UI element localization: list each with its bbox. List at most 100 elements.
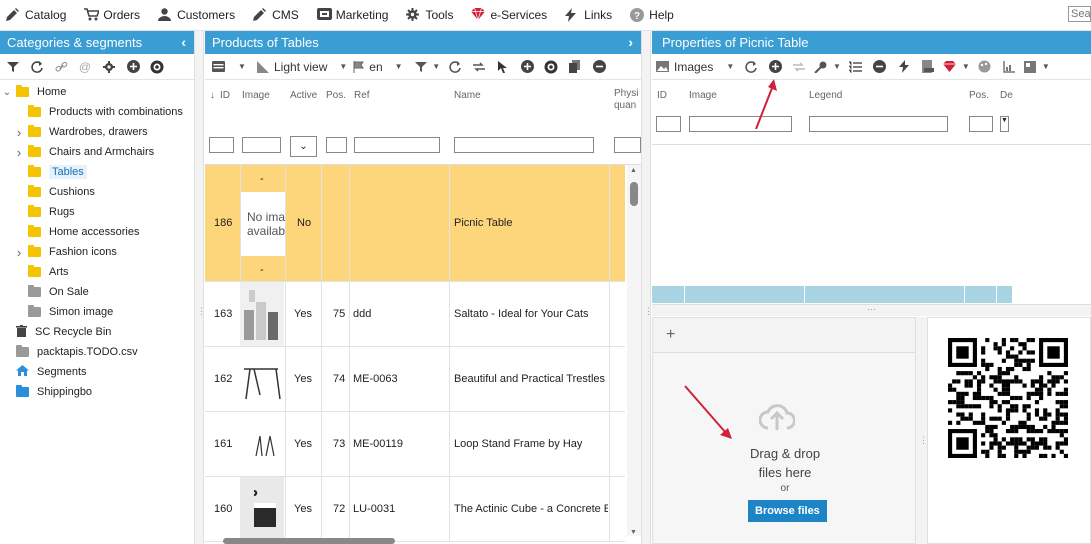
filter-name-input[interactable]	[454, 137, 594, 153]
search-input[interactable]	[1068, 6, 1091, 22]
filter-de-select[interactable]: ▼	[1000, 116, 1009, 132]
gear-icon[interactable]	[100, 57, 118, 77]
filter-active-select[interactable]: ⌄	[290, 136, 317, 157]
chevron-right-icon[interactable]: ›	[14, 145, 24, 160]
splitter-left[interactable]: ⋮	[194, 31, 206, 544]
tree-item[interactable]: › Fashion icons	[0, 242, 194, 262]
add-icon[interactable]	[124, 57, 142, 77]
column-id[interactable]: ID	[220, 90, 230, 101]
sort-desc-icon[interactable]: ↓	[210, 90, 215, 101]
filter-pos-input[interactable]	[969, 116, 993, 132]
sync-icon[interactable]	[470, 57, 488, 77]
gem-icon[interactable]: ▼	[942, 57, 970, 77]
column-pos[interactable]: Pos.	[326, 90, 346, 101]
tree-item[interactable]: Rugs	[0, 202, 194, 222]
remove-icon[interactable]	[590, 57, 608, 77]
layout-icon[interactable]: ▼	[1023, 57, 1050, 77]
link-icon[interactable]	[52, 57, 70, 77]
filter-id-input[interactable]	[656, 116, 681, 132]
chevron-down-icon[interactable]: ⌄	[2, 87, 12, 98]
menu-links[interactable]: Links	[565, 8, 612, 22]
column-de[interactable]: De	[1000, 90, 1013, 101]
copy-icon[interactable]	[566, 57, 584, 77]
help-wheel-icon[interactable]	[148, 57, 166, 77]
splitter-middle[interactable]: ⋮	[641, 31, 653, 544]
tree-item[interactable]: Products with combinations	[0, 102, 194, 122]
list-numbered-icon[interactable]	[847, 57, 865, 77]
filter-icon[interactable]	[4, 57, 22, 77]
refresh-icon[interactable]	[742, 57, 760, 77]
tree-item[interactable]: Tables	[0, 162, 194, 182]
filter-ref-input[interactable]	[354, 137, 440, 153]
sync-icon[interactable]	[790, 57, 808, 77]
chart-icon[interactable]	[1000, 57, 1018, 77]
bolt-icon[interactable]	[895, 57, 913, 77]
browse-files-button[interactable]: Browse files	[748, 500, 827, 522]
tree-item[interactable]: Shippingbo	[0, 382, 194, 402]
menu-tools[interactable]: Tools	[406, 8, 453, 22]
tree-item[interactable]: ⌄ Home	[0, 82, 194, 102]
menu-customers[interactable]: Customers	[158, 8, 235, 22]
column-legend[interactable]: Legend	[809, 90, 842, 101]
column-ref[interactable]: Ref	[354, 90, 370, 101]
tree-item[interactable]: Arts	[0, 262, 194, 282]
palette-icon[interactable]	[976, 57, 994, 77]
filter-id-input[interactable]	[209, 137, 234, 153]
expand-right-icon[interactable]: ›	[628, 34, 633, 50]
add-file-plus[interactable]: +	[653, 318, 915, 353]
menu-catalog[interactable]: Catalog	[6, 8, 66, 22]
menu-help[interactable]: ? Help	[630, 8, 674, 22]
images-dropdown[interactable]: Images ▼	[656, 57, 736, 77]
chevron-down-icon[interactable]: ▼	[233, 57, 251, 77]
column-image[interactable]: Image	[689, 90, 717, 101]
refresh-icon[interactable]	[446, 57, 464, 77]
cursor-icon[interactable]	[494, 57, 512, 77]
tree-item[interactable]: SC Recycle Bin	[0, 322, 194, 342]
tree-item[interactable]: Simon image	[0, 302, 194, 322]
help-wheel-icon[interactable]	[542, 57, 560, 77]
filter-icon[interactable]: ▼	[415, 57, 440, 77]
splitter-upload[interactable]: ⋮	[916, 317, 928, 544]
grid-menu-icon[interactable]	[209, 57, 227, 77]
menu-marketing[interactable]: Marketing	[316, 8, 388, 22]
filter-legend-input[interactable]	[809, 116, 948, 132]
tree-item[interactable]: Home accessories	[0, 222, 194, 242]
csv-icon[interactable]	[919, 57, 937, 77]
horizontal-splitter[interactable]: ···	[652, 304, 1091, 316]
menu-orders[interactable]: Orders	[84, 8, 140, 22]
collapse-left-icon[interactable]: ‹	[181, 34, 186, 50]
menu-e-services[interactable]: e-Services	[471, 7, 547, 22]
horizontal-scrollbar[interactable]	[223, 538, 395, 544]
tree-item[interactable]: › Chairs and Armchairs	[0, 142, 194, 162]
filter-image-input[interactable]	[242, 137, 281, 153]
at-icon[interactable]: @	[76, 57, 94, 77]
column-name[interactable]: Name	[454, 90, 481, 101]
tree-item[interactable]: On Sale	[0, 282, 194, 302]
tree-item[interactable]: › Wardrobes, drawers	[0, 122, 194, 142]
add-icon[interactable]	[518, 57, 536, 77]
menu-cms[interactable]: CMS	[253, 8, 299, 22]
tree-item[interactable]: Segments	[0, 362, 194, 382]
table-row[interactable]: 162 Yes 74 ME-0063 Beautiful and Practical T…	[205, 347, 625, 412]
table-row[interactable]: 161 Yes 73 ME-00119 Loop Stand Frame by Hay	[205, 412, 625, 477]
column-id[interactable]: ID	[657, 90, 667, 101]
refresh-icon[interactable]	[28, 57, 46, 77]
column-active[interactable]: Active	[290, 90, 317, 101]
column-pos[interactable]: Pos.	[969, 90, 989, 101]
filter-pos-input[interactable]	[326, 137, 347, 153]
tree-item[interactable]: Cushions	[0, 182, 194, 202]
filter-physical-input[interactable]	[614, 137, 641, 153]
light-view-dropdown[interactable]: Light view ▼	[257, 57, 347, 77]
vertical-scrollbar[interactable]: ▲ ▼	[627, 165, 641, 536]
language-dropdown[interactable]: en ▼	[353, 57, 409, 77]
column-image[interactable]: Image	[242, 90, 270, 101]
table-row[interactable]: 163 Yes 75 ddd Saltato - Ideal for Your Cats	[205, 282, 625, 347]
table-row[interactable]: 160 Yes 72 LU-0031 The Actinic Cube - a Conc…	[205, 477, 625, 542]
chevron-right-icon[interactable]: ›	[14, 125, 24, 140]
table-row-selected[interactable]: 186 - No ima availab - No Picnic Table	[205, 165, 625, 282]
add-image-icon[interactable]	[766, 57, 784, 77]
scroll-thumb[interactable]	[630, 182, 638, 206]
tree-item[interactable]: packtapis.TODO.csv	[0, 342, 194, 362]
key-icon[interactable]: ▼	[814, 57, 841, 77]
column-physical[interactable]: Physi quan	[614, 88, 638, 112]
